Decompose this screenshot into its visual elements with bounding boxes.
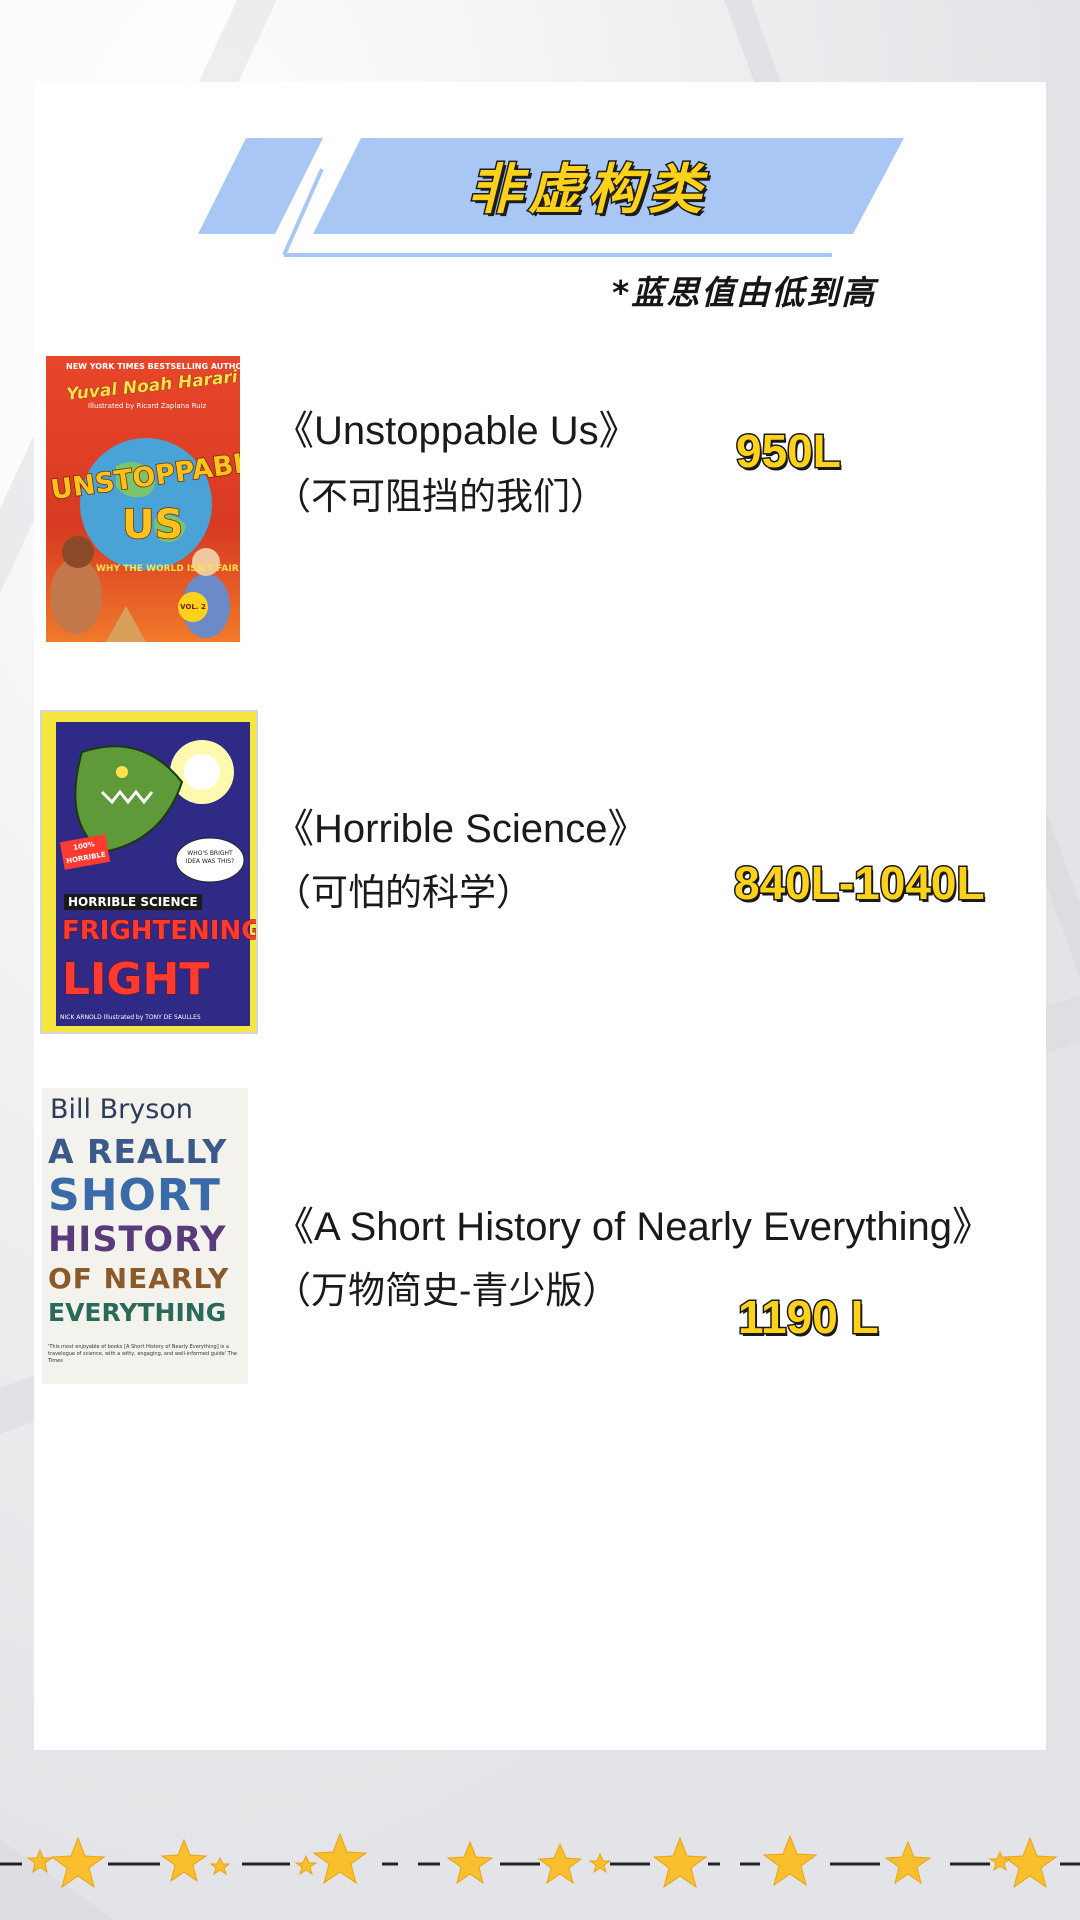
lexile-short-history: 1190 L [737,1290,881,1345]
lexile-unstoppable-us: 950L [735,424,843,479]
page-title: 非虚构类 [467,157,708,223]
book-title-unstoppable-us: 《Unstoppable Us》 [274,409,639,453]
cover-quote: 'This most enjoyable of books [A Short H… [48,1344,237,1364]
cover-vol-badge: VOL. 2 [178,592,208,622]
book-title-short-history: 《A Short History of Nearly Everything》 [274,1205,993,1249]
cover-title-line1: FRIGHTENING [62,916,258,947]
cover-title-line5: EVERYTHING [48,1298,227,1327]
cover-title-line1: A REALLY [48,1132,228,1171]
cover-credits: NICK ARNOLD Illustrated by TONY DE SAULL… [60,1014,201,1021]
star-border-decoration [0,1832,1080,1889]
lexile-order-note: *蓝思值由低到高 [612,273,877,312]
cover-title-line2: LIGHT [61,954,210,1006]
book-subtitle-unstoppable-us: （不可阻挡的我们） [274,476,607,517]
cover-series: HORRIBLE SCIENCE [64,894,202,910]
cover-series: WHY THE WORLD ISN'T FAIR [96,564,239,574]
cover-title-line2: SHORT [48,1170,221,1221]
cover-title-line4: OF NEARLY [48,1262,230,1295]
book-title-horrible-science: 《Horrible Science》 [274,807,648,851]
book-subtitle-horrible-science: （可怕的科学） [274,872,533,913]
cover-title-line3: HISTORY [48,1220,227,1260]
book-cover-horrible-science: WHO'S BRIGHT IDEA WAS THIS? 100% HORRIBL… [40,710,258,1034]
cover-title-line2: US [121,501,184,549]
book-cover-unstoppable-us: NEW YORK TIMES BESTSELLING AUTHOR Yuval … [46,356,240,642]
book-subtitle-short-history: （万物简史-青少版） [274,1270,620,1311]
cover-speech-bubble: WHO'S BRIGHT IDEA WAS THIS? [185,850,235,865]
header-banner: 非虚构类 [198,136,904,260]
cover-author: Bill Bryson [50,1094,193,1125]
lexile-horrible-science: 840L-1040L [733,856,987,911]
book-cover-short-history: Bill Bryson A REALLY SHORT HISTORY OF NE… [42,1088,248,1384]
